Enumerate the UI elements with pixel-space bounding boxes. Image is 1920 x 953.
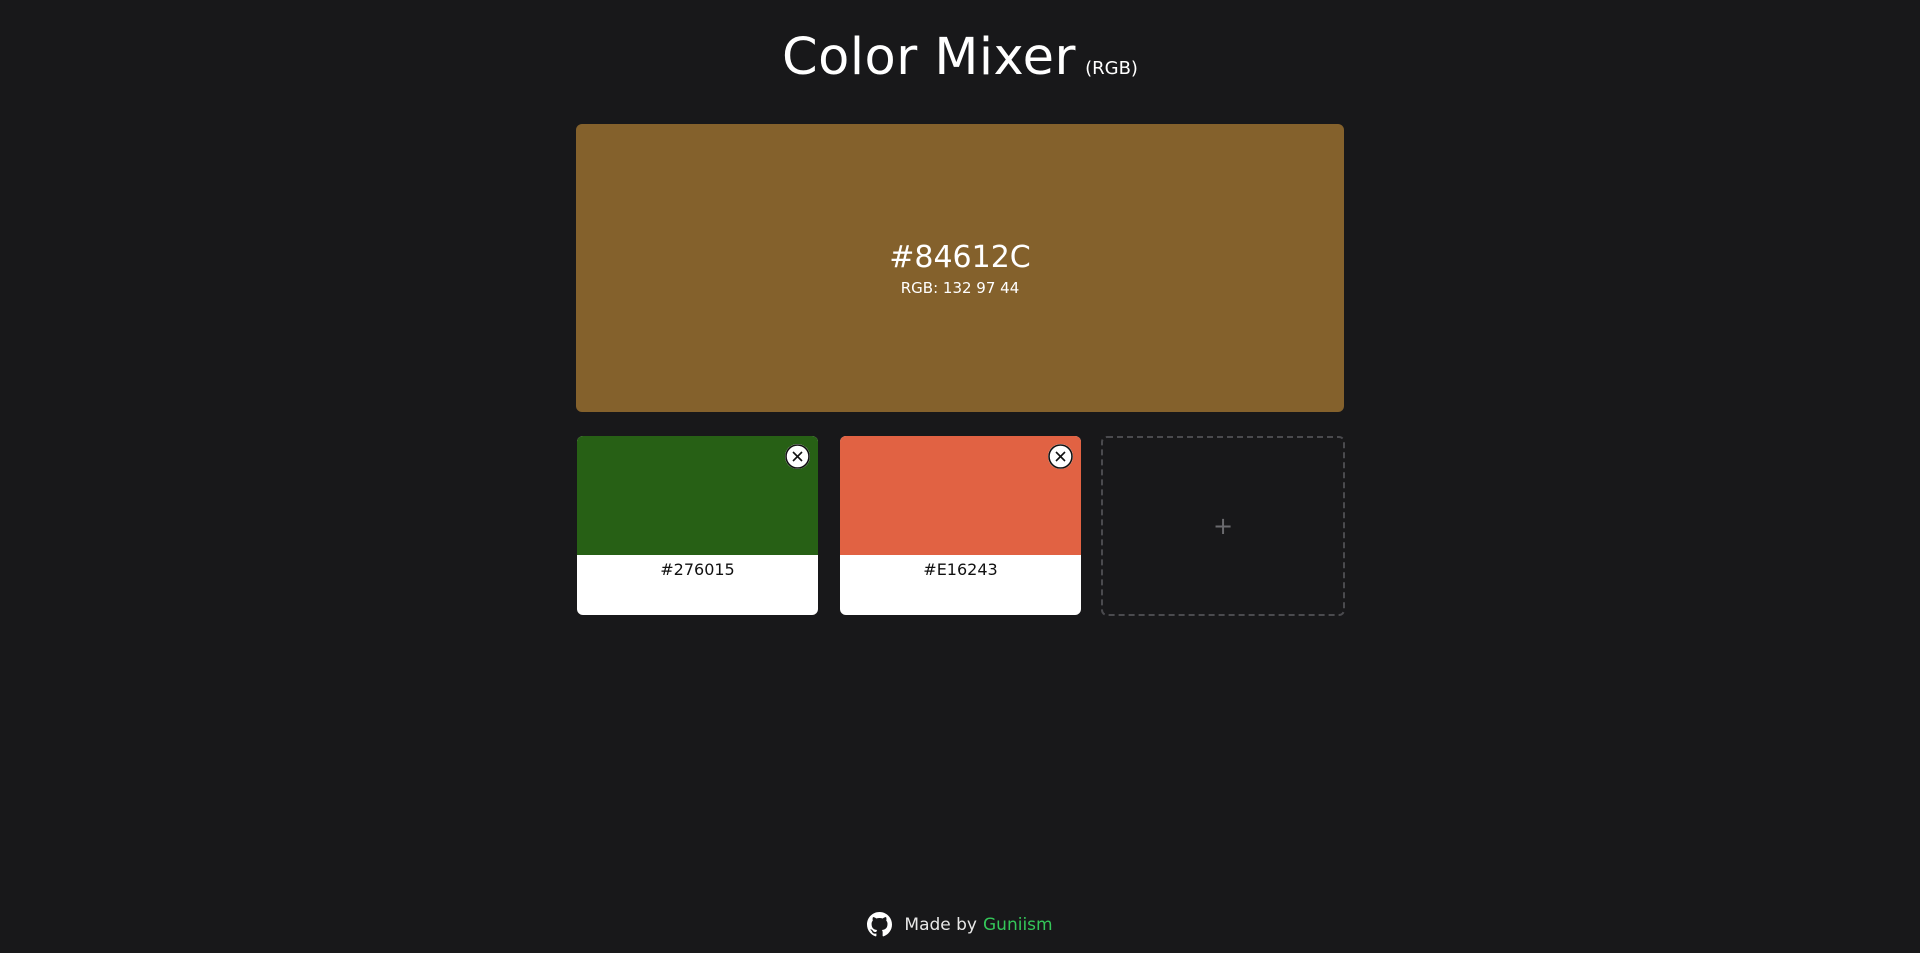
plus-icon: +: [1212, 512, 1234, 540]
color-swatch[interactable]: [840, 436, 1081, 555]
color-card[interactable]: #276015: [577, 436, 818, 615]
author-link[interactable]: Guniism: [983, 915, 1053, 935]
mixed-color-hex: #84612C: [889, 239, 1031, 275]
made-by-text: Made by: [904, 914, 977, 935]
footer: Made by Guniism: [0, 912, 1920, 937]
color-hex-label: #E16243: [923, 560, 998, 579]
app-title: Color Mixer: [782, 28, 1077, 87]
page-title: Color Mixer (RGB): [0, 28, 1920, 87]
add-color-button[interactable]: +: [1101, 436, 1345, 616]
color-hex-label: #276015: [660, 560, 735, 579]
github-icon[interactable]: [867, 912, 893, 937]
mixed-color-preview: #84612C RGB: 132 97 44: [576, 124, 1344, 412]
app-subtitle: (RGB): [1085, 58, 1138, 79]
remove-color-button[interactable]: [1048, 444, 1073, 469]
remove-color-button[interactable]: [785, 444, 810, 469]
close-circle-icon: [785, 444, 810, 469]
close-circle-icon: [1048, 444, 1073, 469]
color-card[interactable]: #E16243: [840, 436, 1081, 615]
mixed-color-rgb: RGB: 132 97 44: [900, 278, 1020, 297]
color-swatch[interactable]: [577, 436, 818, 555]
